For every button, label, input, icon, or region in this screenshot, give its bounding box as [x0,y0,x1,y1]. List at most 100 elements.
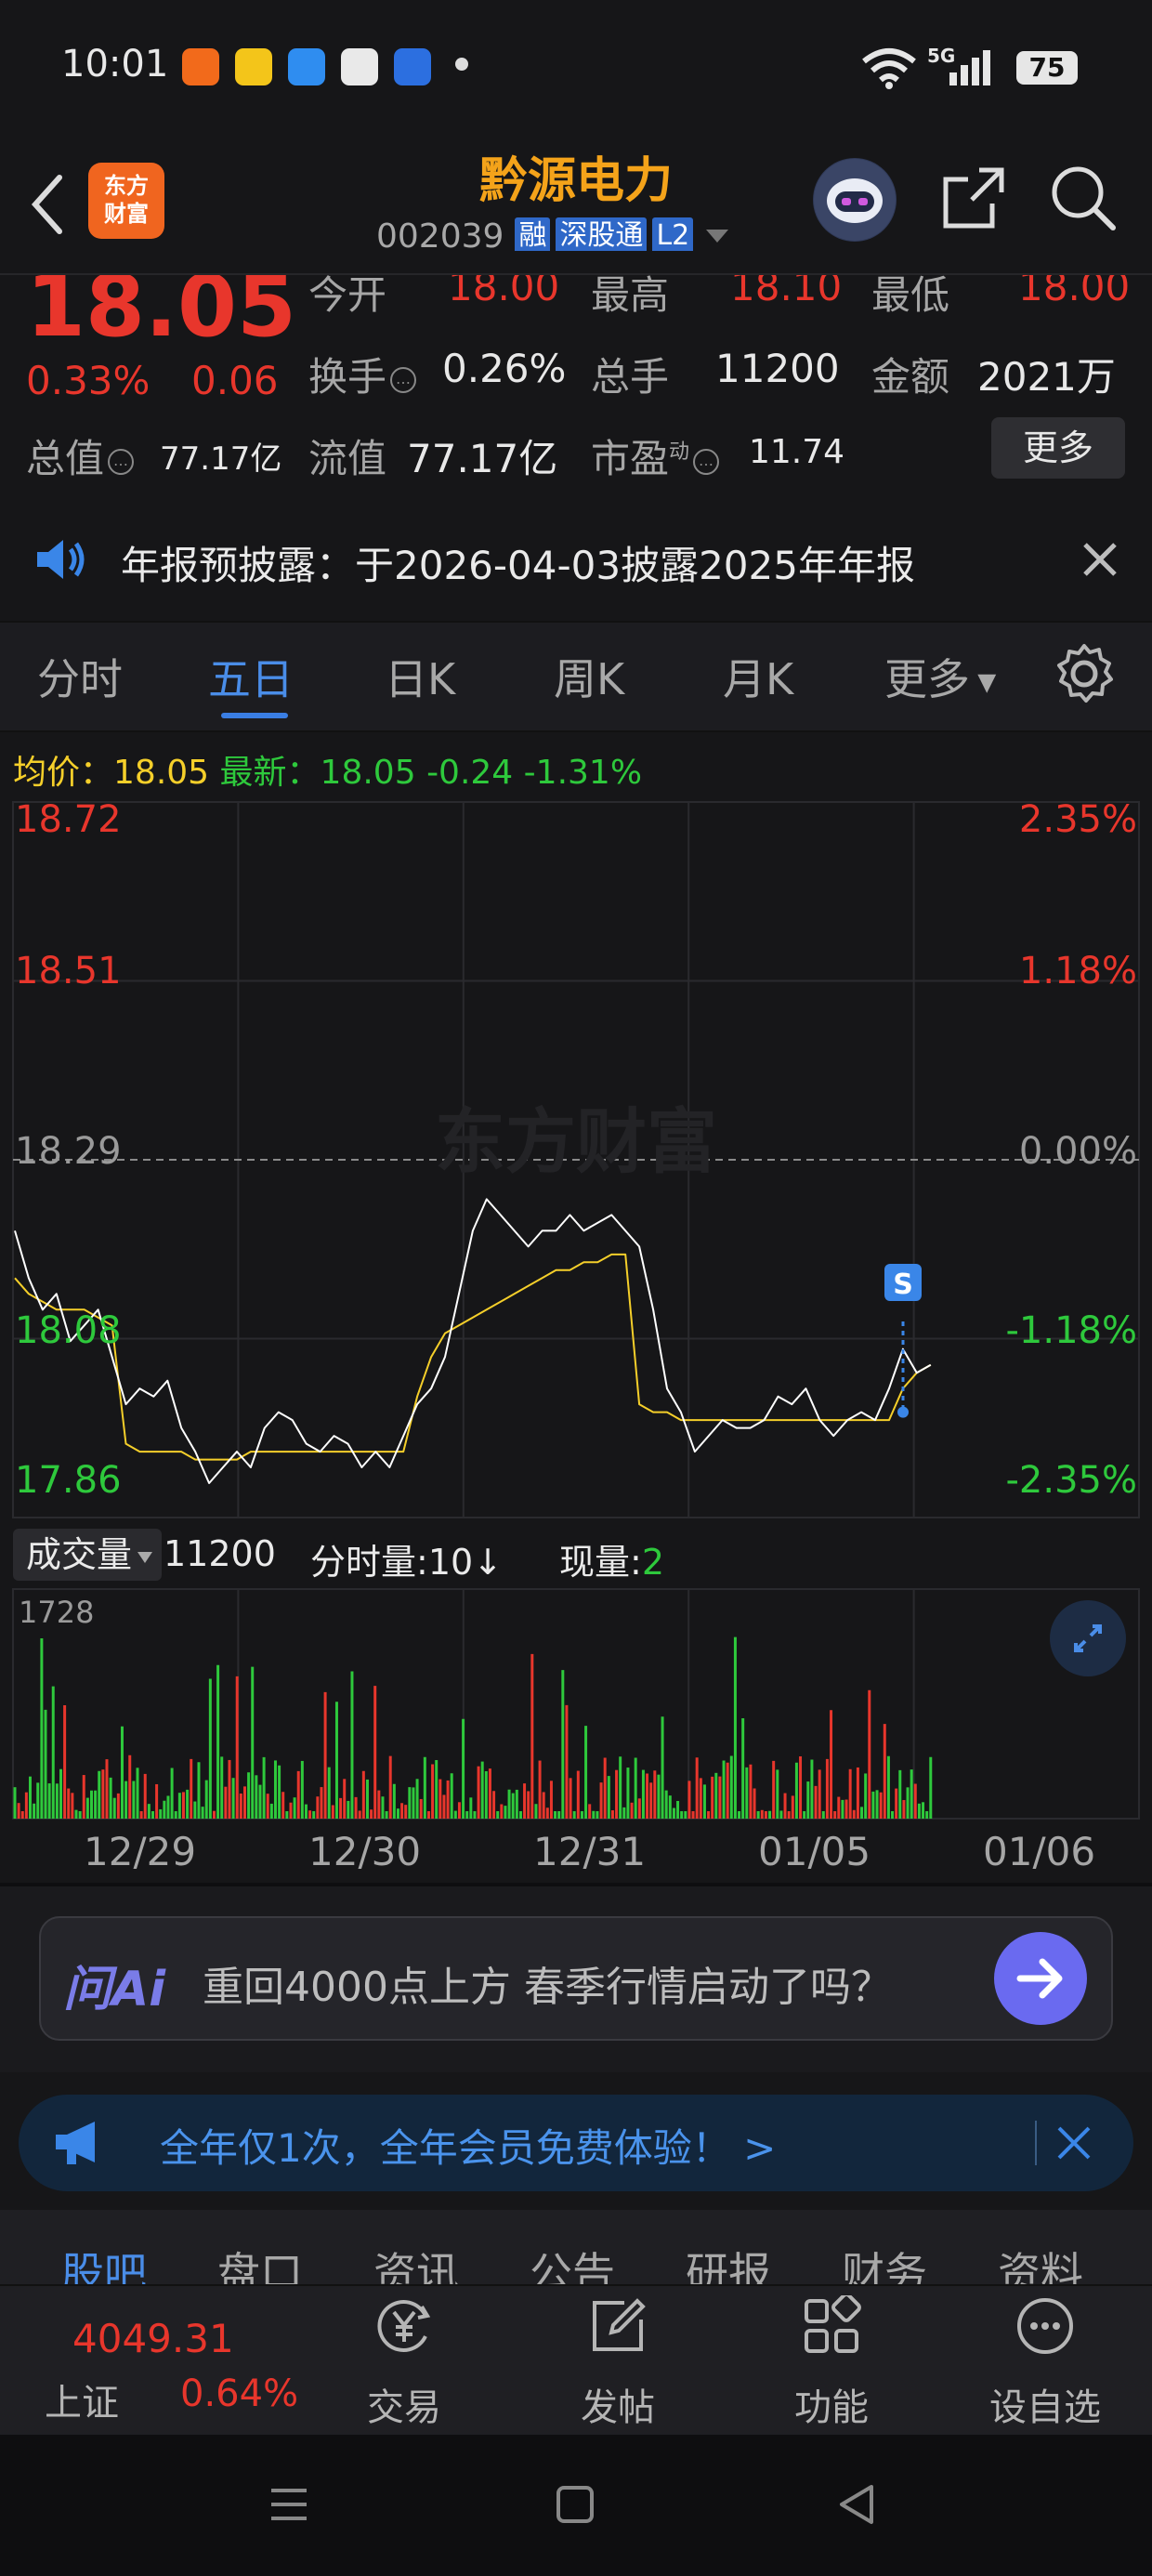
info-icon[interactable]: … [390,366,417,393]
float-cap-label: 流值 [308,436,387,481]
volume-indicator-select[interactable]: 成交量 [13,1529,162,1581]
promo-text[interactable]: 全年仅1次，全年会员免费体验！ > [160,2117,776,2174]
pe-value: 11.74 [749,433,845,471]
y-tick-label-left: 18.08 [15,1309,122,1352]
ai-logo: 问Ai [63,1962,166,2017]
y-tick-label-right: 0.00% [1019,1130,1137,1173]
marker-dot [897,1406,909,1418]
share-icon[interactable] [938,163,1009,233]
gear-icon[interactable] [1052,641,1117,706]
y-tick-label-right: 2.35% [1019,798,1137,841]
current-volume: 现量:2 [559,1542,664,1583]
app-notification-icon [182,48,219,85]
yen-circle-icon [377,2300,431,2352]
tab-weekly-k[interactable]: 周K [554,646,624,707]
status-bar: 10:01 5G 75 [0,0,1152,130]
tab-five-day[interactable]: 五日 [208,646,294,707]
status-time: 10:01 [61,43,169,85]
x-tick-label: 12/31 [533,1829,647,1874]
turnover-label: 换手… [308,346,420,402]
x-tick-label: 12/30 [308,1829,422,1874]
active-tab-indicator [221,713,288,718]
index-change[interactable]: 0.64% [180,2372,298,2415]
info-icon[interactable]: … [693,448,720,475]
index-name[interactable]: 上证 [45,2372,119,2426]
notice-text[interactable]: 年报预披露：于2026-04-03披露2025年年报 [121,534,915,591]
add-watchlist-button[interactable]: 设自选 [980,2295,1110,2429]
system-navigation-bar [0,2435,1152,2576]
latest-change: -0.24 [426,754,514,792]
avg-price-line [14,1253,932,1461]
latest-value: 18.05 [320,754,416,792]
post-button[interactable]: 发帖 [553,2295,683,2429]
more-notifications-dot [455,58,468,71]
index-value[interactable]: 4049.31 [72,2316,234,2361]
functions-button[interactable]: 功能 [766,2295,897,2429]
latest-pct: -1.31% [523,754,643,792]
search-icon[interactable] [1048,163,1119,233]
functions-label: 功能 [794,2386,869,2429]
tab-more[interactable]: 更多 ▼ [884,646,996,707]
watermark: 东方财富 [435,1100,717,1183]
y-tick-label-left: 18.72 [15,798,122,841]
volume-total: 11200 [164,1533,276,1574]
tab-monthly-k[interactable]: 月K [723,646,793,707]
five-day-chart[interactable]: 东方财富 S 18.72 18.51 18.29 18.08 17.86 2.35% 1.1… [0,795,1152,1820]
send-button[interactable] [994,1932,1087,2025]
chevron-down-icon [706,230,729,243]
market-cap-label: 总值… [26,427,137,484]
logo-line-2: 财富 [104,201,149,227]
connect-tag: 深股通 [556,217,648,255]
home-icon[interactable] [554,2483,596,2526]
marker-label: S [893,1268,913,1301]
x-tick-label: 01/06 [983,1829,1096,1874]
chevron-down-icon [137,1551,153,1563]
y-tick-label-left: 18.29 [15,1130,122,1173]
wifi-icon [862,48,916,89]
header-divider [0,273,1152,275]
back-icon[interactable] [28,172,65,237]
y-tick-label-right: 1.18% [1019,950,1137,992]
close-icon[interactable] [1080,539,1120,580]
tab-daily-k[interactable]: 日K [385,646,455,707]
close-icon[interactable] [1055,2124,1093,2162]
more-circle-icon [1017,2298,1073,2354]
amount-value: 2021万 [977,354,1116,400]
tab-intraday[interactable]: 分时 [37,646,123,707]
edit-icon [593,2298,646,2351]
promo-divider [1035,2121,1037,2165]
latest-label: 最新： [219,754,321,792]
app-notification-icon [341,48,378,85]
more-button[interactable]: 更多 [991,417,1125,479]
change-percent: 0.33% [26,358,151,403]
arrow-right-icon [1016,1958,1063,1999]
level2-tag: L2 [652,217,694,255]
stock-code: 002039 [376,217,504,256]
x-tick-label: 01/05 [758,1829,871,1874]
y-tick-label-right: -1.18% [1005,1309,1137,1352]
ai-prompt-text[interactable]: 重回4000点上方 春季行情启动了吗？ [203,1953,892,2013]
price-line [14,1198,932,1484]
amount-label: 金额 [871,354,950,400]
logo-line-1: 东方 [104,173,149,199]
robot-assistant-icon[interactable] [813,158,897,242]
chart-legend: 均价：18.05 最新：18.05 -0.24 -1.31% [13,745,642,794]
header-overlap [0,251,1152,275]
chart-canvas: 东方财富 S 18.72 18.51 18.29 18.08 17.86 2.35% 1.1… [12,798,1140,1820]
app-notification-icon [394,48,431,85]
change-amount: 0.06 [191,358,279,403]
menu-icon[interactable] [268,2483,310,2526]
expand-button[interactable] [1050,1600,1126,1676]
y-tick-label-left: 17.86 [15,1459,122,1502]
trade-label: 交易 [367,2386,441,2429]
megaphone-icon [56,2122,95,2164]
speaker-icon [37,540,85,579]
expand-icon [1074,1624,1102,1652]
margin-tag: 融 [515,217,551,255]
trade-button[interactable]: 交易 [339,2295,469,2429]
back-nav-icon[interactable] [836,2483,879,2526]
volume-value: 11200 [715,346,840,391]
y-tick-label-right: -2.35% [1005,1459,1137,1502]
stock-name[interactable]: 黔源电力 [390,141,762,211]
info-icon[interactable]: … [108,448,135,475]
